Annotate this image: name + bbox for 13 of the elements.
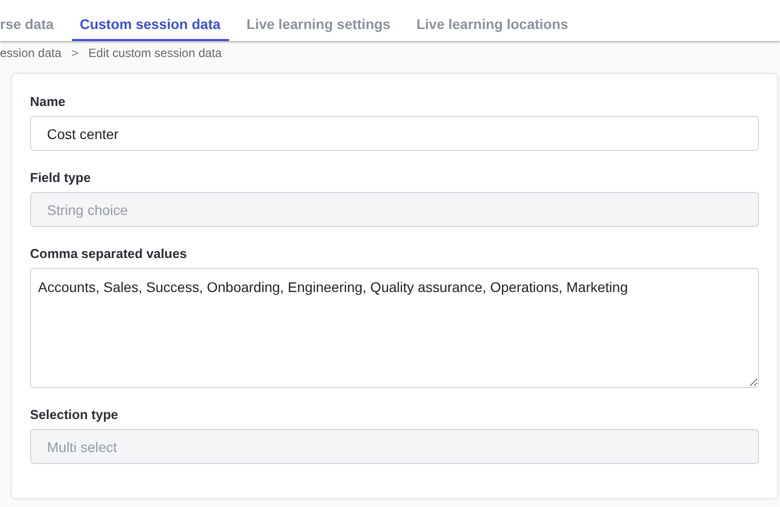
field-label: Field type [30,170,92,185]
tab[interactable]: Live learning settings [238,16,398,41]
field-label: Name [30,94,66,109]
text-area[interactable]: Accounts, Sales, Success, Onboarding, Engineering, Quality assurance, Operations, Marketing [30,268,759,388]
input-field[interactable]: Cost center [30,116,759,151]
tab[interactable]: Custom session data [72,16,229,41]
field-label: Selection type [30,407,120,422]
tab[interactable]: rse data [0,16,62,41]
breadcrumb-separator: > [71,46,78,60]
breadcrumb-item[interactable]: ession data [0,46,62,60]
tab[interactable]: Live learning locations [408,16,576,41]
field-label: Comma separated values [30,246,188,261]
breadcrumb-item: Edit custom session data [88,46,222,60]
